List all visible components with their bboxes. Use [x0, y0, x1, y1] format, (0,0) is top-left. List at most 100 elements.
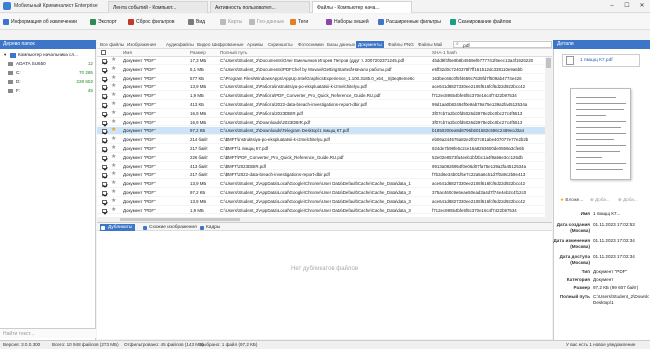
horizontal-scroll-thumb[interactable]: [120, 218, 240, 221]
row-checkbox[interactable]: [102, 191, 107, 196]
scan-files-button[interactable]: Сканирование файлов: [450, 17, 511, 27]
table-row[interactable]: ★ Документ "PDF" 13,9 МБ C:\Users\Student_2…: [97, 198, 545, 206]
row-checkbox[interactable]: [102, 138, 107, 143]
window-tab-activity[interactable]: Активность пользовател...: [210, 1, 310, 13]
collapse-icon[interactable]: ▾: [4, 51, 6, 59]
row-checkbox[interactable]: [102, 76, 107, 82]
vertical-scrollbar[interactable]: [545, 57, 552, 222]
table-row[interactable]: ★ Документ "PDF" 13,9 МБ C:\Users\Student_2…: [97, 83, 545, 92]
star-icon[interactable]: ★: [111, 75, 116, 83]
star-icon[interactable]: ★: [111, 136, 116, 144]
star-icon[interactable]: ★: [111, 180, 116, 188]
attachments-button[interactable]: ★ Вложе...: [560, 197, 583, 203]
table-row[interactable]: ★ Документ "PDF" 97,2 КБ C:\Users\Student_2…: [97, 189, 545, 197]
table-row[interactable]: ★ Документ "PDF" 16,9 МБ C:\Users\Student_2…: [97, 110, 545, 118]
star-icon[interactable]: ★: [111, 110, 116, 118]
star-icon[interactable]: ★: [111, 127, 116, 135]
file-filter-input[interactable]: ⌕ .pdf: [453, 41, 552, 48]
tree-item-adata[interactable]: ADATA SU650 12: [0, 60, 96, 68]
export-button[interactable]: Экспорт: [90, 17, 117, 27]
tab-archives[interactable]: Архивы: [247, 41, 263, 48]
row-checkbox[interactable]: [102, 59, 107, 64]
table-row[interactable]: ★ Документ "PDF" 214 байт C:\$MFT\instrukts…: [97, 136, 545, 144]
maximize-icon[interactable]: ☐: [620, 2, 634, 11]
table-row[interactable]: ★ Документ "PDF" 217 байт C:\$MFT\1 пмщщ К7…: [97, 145, 545, 153]
close-icon[interactable]: ✕: [635, 2, 649, 11]
tab-audio[interactable]: Аудиофайлы: [166, 41, 194, 48]
row-checkbox[interactable]: [102, 164, 107, 170]
add-button-2[interactable]: ⊕ Доба...: [618, 197, 638, 203]
window-tab-files[interactable]: Файлы - Компьютер нача...: [312, 1, 412, 13]
tab-duplicates[interactable]: Дубликаты: [100, 224, 136, 231]
tab-photos[interactable]: Фотоснимки: [298, 41, 324, 48]
tab-png[interactable]: Файлы PNG: [388, 41, 414, 48]
tab-video[interactable]: Видео: [197, 41, 210, 48]
tab-mail[interactable]: Файлы Mail: [418, 41, 442, 48]
column-sha1[interactable]: SHA-1 hash: [432, 50, 457, 55]
tree-item-computer[interactable]: ▾ Компьютер начальника сл...: [0, 51, 96, 59]
column-size[interactable]: Размер: [190, 50, 206, 55]
star-icon[interactable]: ★: [111, 154, 116, 162]
star-icon[interactable]: ★: [111, 101, 116, 109]
table-row[interactable]: ★ Документ "PDF" 13,9 МБ C:\Users\Student_2…: [97, 180, 545, 188]
tab-all-files[interactable]: Все файлы: [100, 41, 124, 48]
tags-button[interactable]: Теги: [290, 17, 308, 27]
folder-search-input[interactable]: Найти текст...: [0, 328, 96, 338]
column-name[interactable]: Имя: [123, 50, 132, 55]
tab-frames[interactable]: Кадры: [199, 224, 220, 231]
row-checkbox[interactable]: [102, 199, 107, 205]
row-checkbox[interactable]: [102, 129, 107, 134]
table-row[interactable]: ★ Документ "PDF" 226 байт C:\$MFT\PDF_Conve…: [97, 154, 545, 162]
star-icon[interactable]: ★: [111, 83, 116, 91]
table-row[interactable]: ★ Документ "PDF" 1,9 МБ C:\Users\Student_2\…: [97, 92, 545, 100]
tab-documents[interactable]: Документы: [356, 41, 384, 48]
minimize-icon[interactable]: –: [605, 2, 619, 11]
reset-filters-button[interactable]: Сброс фильтров: [128, 17, 174, 27]
tab-databases[interactable]: Базы данных: [327, 41, 355, 48]
row-checkbox[interactable]: [102, 85, 107, 90]
vertical-scroll-thumb[interactable]: [546, 58, 551, 68]
table-row[interactable]: ★ Документ "PDF" 217 байт C:\$MFT\2022-data…: [97, 171, 545, 180]
column-path[interactable]: Полный путь: [220, 50, 247, 55]
tab-encrypted[interactable]: Шифрованные: [212, 41, 244, 48]
row-checkbox[interactable]: [102, 173, 107, 178]
star-icon[interactable]: ★: [111, 92, 116, 100]
row-checkbox[interactable]: [102, 103, 107, 108]
row-checkbox[interactable]: [102, 147, 107, 152]
table-row[interactable]: ★ Документ "PDF" 97,2 КБ C:\Users\Student_2…: [97, 127, 545, 136]
geo-data-button[interactable]: Гео-данные: [249, 17, 284, 27]
tree-item-c[interactable]: C: 70 265: [0, 69, 96, 77]
advanced-filters-button[interactable]: Расширенные фильтры: [378, 17, 441, 27]
tree-item-f[interactable]: F: 45: [0, 87, 96, 95]
window-tab-events[interactable]: Лента событий - Компьют...: [108, 1, 208, 13]
star-icon[interactable]: ★: [111, 119, 116, 127]
row-checkbox[interactable]: [102, 67, 107, 73]
star-icon[interactable]: ★: [111, 207, 116, 215]
table-row[interactable]: ★ Документ "PDF" 413 КБ C:\Users\Student_2\…: [97, 101, 545, 109]
star-icon[interactable]: ★: [111, 163, 116, 171]
star-icon[interactable]: ★: [111, 57, 116, 65]
table-row[interactable]: ★ Документ "PDF" 16,9 МБ C:\Users\Student_2…: [97, 119, 545, 127]
table-row[interactable]: ★ Документ "PDF" 5,1 МБ C:\Users\Student_2\…: [97, 66, 545, 74]
row-checkbox[interactable]: [102, 111, 107, 117]
tab-similar-images[interactable]: Схожие изображения: [142, 224, 197, 231]
add-button-1[interactable]: ⊕ Доба...: [590, 197, 610, 203]
table-row[interactable]: ★ Документ "PDF" 1,9 МБ C:\Users\Student_2\…: [97, 207, 545, 215]
maps-button[interactable]: Карты: [220, 17, 242, 27]
star-icon[interactable]: ★: [111, 189, 116, 197]
row-checkbox[interactable]: [102, 120, 107, 126]
tab-images[interactable]: Изображения: [127, 41, 156, 48]
tab-screenshots[interactable]: Скриншоты: [268, 41, 293, 48]
star-icon[interactable]: ★: [111, 66, 116, 74]
row-checkbox[interactable]: [102, 155, 107, 161]
star-icon[interactable]: ★: [111, 171, 116, 179]
row-checkbox[interactable]: [102, 94, 107, 99]
table-row[interactable]: ★ Документ "PDF" 577 КБ C:\Program Files\Wi…: [97, 75, 545, 83]
star-icon[interactable]: ★: [111, 198, 116, 206]
star-icon[interactable]: ★: [111, 145, 116, 153]
select-all-checkbox[interactable]: [101, 50, 106, 55]
view-button[interactable]: Вид: [188, 17, 205, 27]
status-notice[interactable]: У вас есть 1 новое уведомление: [566, 341, 635, 349]
row-checkbox[interactable]: [102, 208, 107, 214]
hash-sets-button[interactable]: Наборы хешей: [326, 17, 369, 27]
